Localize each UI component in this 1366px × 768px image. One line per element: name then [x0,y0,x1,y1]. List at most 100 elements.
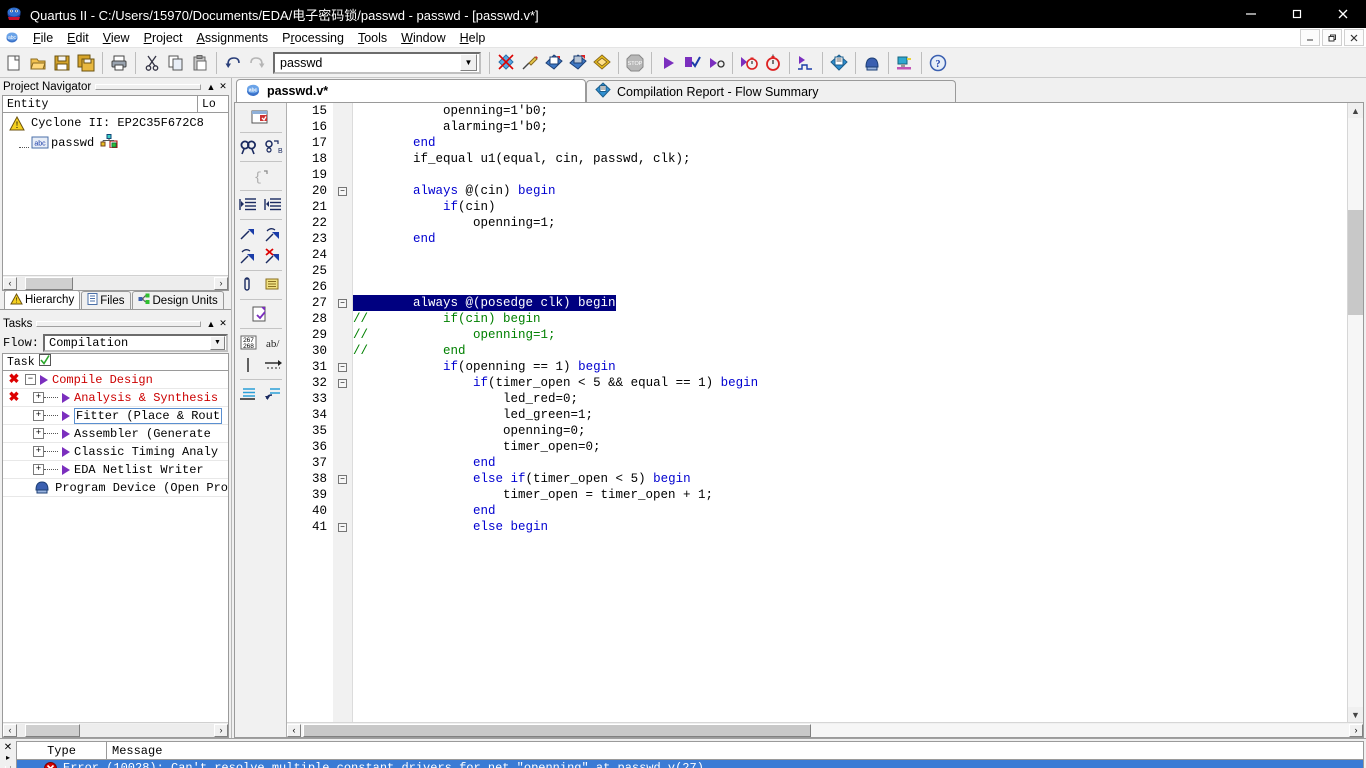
increase-indent-icon[interactable] [237,194,260,216]
code-line[interactable]: led_green=1; [353,407,1347,423]
project-navigator-tree[interactable]: Entity Lo ! Cyclone II: EP2C35F672C8 abc [2,95,229,291]
panel-grip[interactable] [36,320,201,327]
prev-bookmark-icon[interactable] [237,245,260,267]
column-header-task[interactable]: Task [7,356,35,369]
fold-toggle-icon[interactable]: − [333,183,352,199]
menu-item-help[interactable]: Help [453,30,493,46]
menu-item-processing[interactable]: Processing [275,30,351,46]
code-line[interactable]: end [353,231,1347,247]
task-row-program-device[interactable]: Program Device (Open Pro [3,479,228,497]
code-line[interactable] [353,263,1347,279]
code-folding-gutter[interactable]: − − − − − − [333,103,353,722]
code-line[interactable]: // if(cin) begin [353,311,1347,327]
tab-hierarchy[interactable]: ! Hierarchy [4,290,81,309]
task-row-assembler[interactable]: + Assembler (Generate [3,425,228,443]
goto-line-icon[interactable] [262,354,285,376]
fold-toggle-icon[interactable]: − [333,471,352,487]
menu-item-edit[interactable]: Edit [60,30,96,46]
device-icon[interactable] [893,51,917,75]
code-line[interactable]: // end [353,343,1347,359]
scroll-right-icon[interactable]: › [214,276,228,290]
code-line[interactable] [353,247,1347,263]
analyze-current-file-icon[interactable] [494,51,518,75]
code-text-content[interactable]: openning=1'b0; alarming=1'b0; end if_equ… [353,103,1347,722]
code-line[interactable]: else if(timer_open < 5) begin [353,471,1347,487]
task-expander[interactable]: + [33,428,44,439]
window-minimize-button[interactable] [1228,0,1274,28]
code-line[interactable] [353,167,1347,183]
run-task-icon[interactable] [62,428,70,439]
window-close-button[interactable] [1320,0,1366,28]
compile-report-icon[interactable] [680,51,704,75]
help-icon[interactable]: ? [926,51,950,75]
doc-tab-passwd-v[interactable]: abc passwd.v* [236,79,586,102]
hscroll-track[interactable] [17,276,214,290]
tasks-close-button[interactable]: ✕ [217,318,229,329]
vscroll-thumb[interactable] [1348,210,1363,315]
clear-bookmarks-icon[interactable] [262,245,285,267]
chevron-down-icon[interactable]: ▼ [460,54,477,71]
task-row-fitter[interactable]: + Fitter (Place & Rout [3,407,228,425]
classic-timing-icon[interactable] [761,51,785,75]
waveform-icon[interactable] [794,51,818,75]
code-line[interactable]: if(openning == 1) begin [353,359,1347,375]
new-file-icon[interactable] [2,51,26,75]
column-header-type[interactable]: Type [17,742,107,759]
panel-grip[interactable] [95,83,201,90]
save-file-icon[interactable] [50,51,74,75]
task-check-icon[interactable] [38,354,51,370]
hscroll-thumb[interactable] [25,723,80,737]
undo-icon[interactable] [221,51,245,75]
cut-icon[interactable] [140,51,164,75]
task-expander[interactable]: + [33,392,44,403]
messages-table[interactable]: Type Message Error (10028): Can't resolv… [16,741,1364,768]
code-line[interactable]: always @(posedge clk) begin [353,295,1347,311]
tab-files[interactable]: Files [81,291,131,309]
messages-expand-button[interactable]: ▸ [6,753,10,762]
menu-item-tools[interactable]: Tools [351,30,394,46]
tasks-collapse-button[interactable]: ▲ [205,319,217,329]
code-line[interactable]: openning=0; [353,423,1347,439]
start-run-icon[interactable] [656,51,680,75]
window-maximize-button[interactable] [1274,0,1320,28]
edit-pencil-icon[interactable] [518,51,542,75]
decrease-indent-icon[interactable] [262,194,285,216]
run-task-icon[interactable] [62,392,70,403]
task-row-analysis-synthesis[interactable]: ✖ + Analysis & Synthesis [3,389,228,407]
code-line[interactable]: if(cin) [353,199,1347,215]
code-line[interactable]: end [353,135,1347,151]
run-task-icon[interactable] [62,464,70,475]
run-task-icon[interactable] [40,374,48,385]
mdi-minimize-button[interactable] [1300,29,1320,46]
vscroll-track[interactable] [1348,118,1363,707]
doc-tab-compilation-report[interactable]: Compilation Report - Flow Summary [586,80,956,102]
code-line[interactable] [353,279,1347,295]
menu-item-assignments[interactable]: Assignments [190,30,276,46]
project-combobox[interactable]: passwd ▼ [273,51,481,74]
code-line[interactable]: always @(cin) begin [353,183,1347,199]
project-navigator-collapse-button[interactable]: ▲ [205,82,217,92]
undo-edit-icon[interactable] [262,383,285,405]
copy-icon[interactable] [164,51,188,75]
redo-icon[interactable] [245,51,269,75]
task-row-eda-netlist-writer[interactable]: + EDA Netlist Writer [3,461,228,479]
code-line[interactable]: if_equal u1(equal, cin, passwd, clk); [353,151,1347,167]
code-line[interactable]: alarming=1'b0; [353,119,1347,135]
tab-design-units[interactable]: Design Units [131,291,224,309]
code-line[interactable]: if(timer_open < 5 && equal == 1) begin [353,375,1347,391]
code-editor[interactable]: 15 16 17 18 19 20 21 22 23 24 25 26 27 28 29 30 31 32 33 34… [287,103,1363,737]
fold-toggle-icon[interactable]: − [333,295,352,311]
match-brace-icon[interactable]: { } [249,165,272,187]
start-analysis-synthesis-icon[interactable] [542,51,566,75]
fold-toggle-icon[interactable]: − [333,359,352,375]
scroll-left-icon[interactable]: ‹ [3,276,17,290]
report-icon[interactable] [827,51,851,75]
scroll-right-icon[interactable]: › [1349,723,1363,737]
open-file-icon[interactable] [26,51,50,75]
code-line[interactable]: else begin [353,519,1347,535]
column-select-icon[interactable] [237,354,260,376]
print-icon[interactable] [107,51,131,75]
project-navigator-close-button[interactable]: ✕ [217,81,229,92]
column-header-logic[interactable]: Lo [198,96,228,112]
menu-item-view[interactable]: View [96,30,137,46]
